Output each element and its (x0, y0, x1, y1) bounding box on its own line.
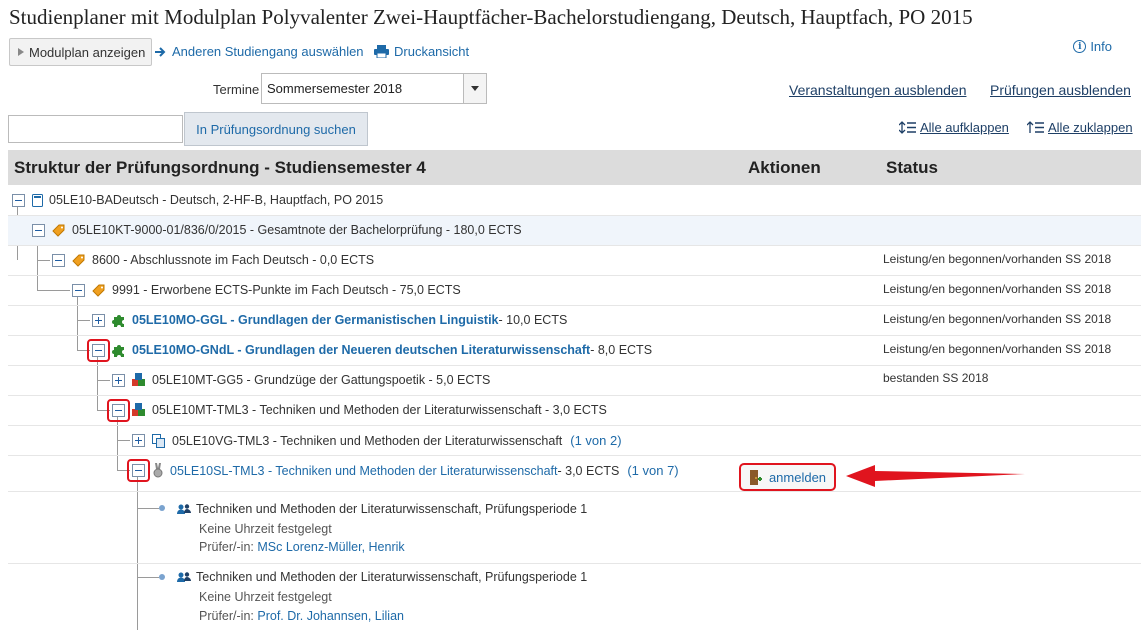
expand-toggle[interactable] (92, 314, 105, 327)
play-triangle-icon (18, 48, 24, 56)
exam-entry: Techniken und Methoden der Literaturwiss… (8, 494, 1141, 564)
tag-icon (52, 224, 66, 237)
structure-header: Struktur der Prüfungsordnung - Studiense… (14, 158, 426, 177)
change-program-link[interactable]: Anderen Studiengang auswählen (154, 44, 364, 59)
actions-header: Aktionen (748, 158, 821, 177)
exam-time: Keine Uhrzeit festgelegt (199, 590, 332, 604)
search-input[interactable] (8, 115, 183, 143)
status-text: Leistung/en begonnen/vorhanden SS 2018 (883, 252, 1112, 266)
tree-row: 05LE10MO-GGL - Grundlagen der Germanisti… (8, 306, 1141, 336)
collapse-all-icon (1027, 121, 1044, 133)
puzzle-icon (112, 343, 126, 357)
tree-node-text: - 3,0 ECTS (557, 463, 620, 478)
page-title: Studienplaner mit Modulplan Polyvalenter… (9, 5, 973, 29)
table-header: Struktur der Prüfungsordnung - Studiense… (8, 150, 1141, 185)
tree-row: 05LE10-BADeutsch - Deutsch, 2-HF-B, Haup… (8, 186, 1141, 216)
highlight-box (87, 339, 110, 362)
people-icon (177, 504, 191, 514)
print-view-label: Druckansicht (394, 44, 470, 59)
tag-icon (92, 284, 106, 297)
exam-time: Keine Uhrzeit festgelegt (199, 522, 332, 536)
tree-node-text: 8600 - Abschlussnote im Fach Deutsch - 0… (92, 253, 375, 267)
cubes-icon (132, 373, 146, 387)
tag-icon (72, 254, 86, 267)
expand-all-icon (899, 121, 916, 134)
module-link[interactable]: 05LE10MO-GGL - Grundlagen der Germanisti… (132, 313, 499, 327)
tree-row: 9991 - Erworbene ECTS-Punkte im Fach Deu… (8, 276, 1141, 306)
tree-row: 8600 - Abschlussnote im Fach Deutsch - 0… (8, 246, 1141, 276)
collapse-toggle[interactable] (72, 284, 85, 297)
cubes-icon (132, 403, 146, 417)
puzzle-icon (112, 313, 126, 327)
tree-node-text: 05LE10VG-TML3 - Techniken und Methoden d… (172, 433, 563, 448)
book-icon (32, 193, 43, 207)
pager-link[interactable]: (1 von 7) (627, 463, 678, 478)
collapse-all-label: Alle zuklappen (1048, 120, 1133, 135)
tree-node-text: 05LE10MT-TML3 - Techniken und Methoden d… (152, 403, 607, 417)
collapse-all-link[interactable]: Alle zuklappen (1027, 120, 1133, 135)
bullet-dot (159, 574, 165, 580)
examiner-label: Prüfer/-in: (199, 540, 254, 554)
chevron-down-icon[interactable] (463, 74, 486, 103)
info-label: Info (1090, 39, 1112, 54)
exam-title: Techniken und Methoden der Literaturwiss… (196, 502, 588, 516)
tree-node-text: - 10,0 ECTS (498, 313, 568, 327)
examiner-label: Prüfer/-in: (199, 609, 254, 623)
exam-link[interactable]: 05LE10SL-TML3 - Techniken und Methoden d… (170, 464, 558, 478)
expand-toggle[interactable] (112, 374, 125, 387)
tree-row: 05LE10MT-GG5 - Grundzüge der Gattungspoe… (8, 366, 1141, 396)
register-button[interactable]: anmelden (739, 463, 836, 491)
exam-entry: Techniken und Methoden der Literaturwiss… (8, 564, 1141, 630)
search-button[interactable]: In Prüfungsordnung suchen (184, 112, 368, 146)
register-label: anmelden (768, 469, 827, 485)
expand-all-link[interactable]: Alle aufklappen (899, 120, 1009, 135)
collapse-toggle[interactable] (52, 254, 65, 267)
arrow-right-icon (155, 46, 166, 57)
collapse-toggle[interactable] (12, 194, 25, 207)
print-view-link[interactable]: Druckansicht (374, 44, 469, 59)
examiner-link[interactable]: Prof. Dr. Johannsen, Lilian (257, 609, 404, 623)
termine-label: Termine (213, 82, 260, 97)
module-link[interactable]: 05LE10MO-GNdL - Grundlagen der Neueren d… (132, 343, 590, 357)
termine-selected-value: Sommersemester 2018 (267, 81, 403, 96)
tree-node-text: 05LE10KT-9000-01/836/0/2015 - Gesamtnote… (72, 223, 522, 237)
highlight-box (107, 399, 130, 422)
tree-node-text: - 8,0 ECTS (590, 343, 653, 357)
pager-link[interactable]: (1 von 2) (570, 433, 621, 448)
bullet-dot (159, 505, 165, 511)
status-text: Leistung/en begonnen/vorhanden SS 2018 (883, 342, 1112, 356)
highlight-box (127, 459, 150, 482)
expand-toggle[interactable] (132, 434, 145, 447)
tree-node-text: 9991 - Erworbene ECTS-Punkte im Fach Deu… (112, 283, 461, 297)
status-text: Leistung/en begonnen/vorhanden SS 2018 (883, 312, 1112, 326)
printer-icon (374, 45, 389, 58)
examiner-link[interactable]: MSc Lorenz-Müller, Henrik (257, 540, 404, 554)
hide-exams-link[interactable]: Prüfungen ausblenden (990, 82, 1131, 98)
info-icon: i (1073, 40, 1087, 53)
copy-icon (152, 433, 166, 448)
tree-row: 05LE10KT-9000-01/836/0/2015 - Gesamtnote… (8, 216, 1141, 246)
collapse-toggle[interactable] (32, 224, 45, 237)
modulplan-button[interactable]: Modulplan anzeigen (9, 38, 153, 66)
status-text: bestanden SS 2018 (883, 371, 989, 385)
door-enter-icon (749, 469, 762, 485)
exam-title: Techniken und Methoden der Literaturwiss… (196, 570, 588, 584)
tree-node-text: 05LE10MT-GG5 - Grundzüge der Gattungspoe… (152, 373, 491, 387)
modulplan-label: Modulplan anzeigen (29, 44, 146, 60)
tree-node-text: 05LE10-BADeutsch - Deutsch, 2-HF-B, Haup… (49, 193, 384, 207)
tree-row: 05LE10VG-TML3 - Techniken und Methoden d… (8, 426, 1141, 456)
expand-all-label: Alle aufklappen (920, 120, 1009, 135)
status-header: Status (886, 158, 938, 177)
tree-row: 05LE10MO-GNdL - Grundlagen der Neueren d… (8, 336, 1141, 366)
medal-icon (152, 463, 164, 478)
red-arrow-icon (846, 465, 1025, 487)
hide-courses-link[interactable]: Veranstaltungen ausblenden (789, 82, 966, 98)
change-program-label: Anderen Studiengang auswählen (172, 44, 364, 59)
termine-select[interactable]: Sommersemester 2018 (261, 73, 487, 104)
info-link[interactable]: i Info (1073, 39, 1112, 54)
tree-row: 05LE10MT-TML3 - Techniken und Methoden d… (8, 396, 1141, 426)
people-icon (177, 572, 191, 582)
status-text: Leistung/en begonnen/vorhanden SS 2018 (883, 282, 1112, 296)
